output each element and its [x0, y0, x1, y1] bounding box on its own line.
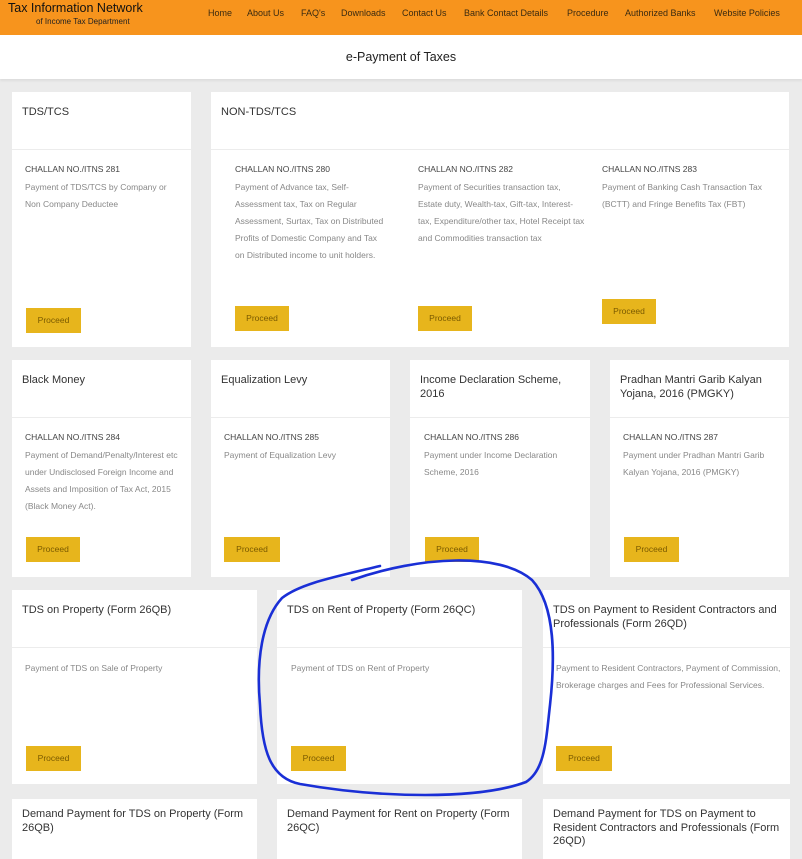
proceed-button-itns-287[interactable]: Proceed: [624, 537, 679, 562]
card-header: Pradhan Mantri Garib Kalyan Yojana, 2016…: [610, 360, 789, 418]
card-title: NON-TDS/TCS: [221, 106, 297, 118]
brand-subtitle: of Income Tax Department: [36, 17, 130, 26]
card-equalization-levy: Equalization Levy CHALLAN NO./ITNS 285 P…: [211, 360, 390, 577]
card-title: Demand Payment for Rent on Property (For…: [287, 808, 510, 834]
card-title: Demand Payment for TDS on Payment to Res…: [553, 808, 780, 847]
card-tds-on-rent-26qc: TDS on Rent of Property (Form 26QC) Paym…: [277, 590, 522, 784]
nav-bank-contact-details-link[interactable]: Bank Contact Details: [464, 8, 548, 18]
card-title: TDS/TCS: [22, 106, 70, 118]
card-header: TDS/TCS: [12, 92, 191, 150]
challan-number: CHALLAN NO./ITNS 287: [623, 432, 718, 442]
card-header: Equalization Levy: [211, 360, 390, 418]
nav-about-us-link[interactable]: About Us: [247, 8, 284, 18]
nav-contact-us-link[interactable]: Contact Us: [402, 8, 447, 18]
card-tds-contractors-26qd: TDS on Payment to Resident Contractors a…: [543, 590, 790, 784]
card-title: TDS on Payment to Resident Contractors a…: [553, 604, 777, 630]
proceed-button-itns-281[interactable]: Proceed: [26, 308, 81, 333]
challan-description: Payment under Income Declaration Scheme,…: [424, 450, 558, 477]
proceed-button-itns-285[interactable]: Proceed: [224, 537, 280, 562]
challan-number: CHALLAN NO./ITNS 284: [25, 432, 120, 442]
nav-faqs-link[interactable]: FAQ's: [301, 8, 325, 18]
challan-number: CHALLAN NO./ITNS 281: [25, 164, 120, 174]
nav-home-link[interactable]: Home: [208, 8, 232, 18]
challan-description: Payment of Advance tax, Self-Assessment …: [235, 182, 384, 260]
card-title: Demand Payment for TDS on Property (Form…: [22, 808, 244, 834]
page-title: e-Payment of Taxes: [345, 50, 457, 64]
proceed-button-itns-282[interactable]: Proceed: [418, 306, 472, 331]
challan-description: Payment of Securities transaction tax, E…: [418, 182, 585, 243]
card-title: Pradhan Mantri Garib Kalyan Yojana, 2016…: [620, 374, 762, 400]
challan-description: Payment of TDS/TCS by Company or Non Com…: [25, 182, 167, 209]
challan-description: Payment of Equalization Levy: [224, 450, 336, 460]
card-tds-tcs: TDS/TCS CHALLAN NO./ITNS 281 Payment of …: [12, 92, 191, 347]
top-navbar: Tax Information Network of Income Tax De…: [0, 0, 802, 35]
card-non-tds-tcs: NON-TDS/TCS CHALLAN NO./ITNS 280 Payment…: [211, 92, 789, 347]
card-header: Black Money: [12, 360, 191, 418]
proceed-button-itns-284[interactable]: Proceed: [26, 537, 80, 562]
challan-number: CHALLAN NO./ITNS 280: [235, 164, 330, 174]
card-tds-on-property-26qb: TDS on Property (Form 26QB) Payment of T…: [12, 590, 257, 784]
card-demand-26qb: Demand Payment for TDS on Property (Form…: [12, 799, 257, 859]
proceed-button-itns-280[interactable]: Proceed: [235, 306, 289, 331]
card-title: Black Money: [22, 374, 85, 386]
card-demand-26qd: Demand Payment for TDS on Payment to Res…: [543, 799, 790, 859]
brand-title[interactable]: Tax Information Network: [8, 1, 143, 15]
payment-description: Payment to Resident Contractors, Payment…: [556, 663, 781, 690]
proceed-button-26qc[interactable]: Proceed: [291, 746, 346, 771]
page-header: e-Payment of Taxes: [0, 35, 802, 79]
challan-number: CHALLAN NO./ITNS 283: [602, 164, 697, 174]
card-title: Equalization Levy: [221, 374, 308, 386]
challan-description: Payment of Banking Cash Transaction Tax …: [602, 182, 763, 209]
card-title: TDS on Rent of Property (Form 26QC): [287, 604, 476, 616]
card-income-declaration-scheme: Income Declaration Scheme, 2016 CHALLAN …: [410, 360, 590, 577]
proceed-button-26qd[interactable]: Proceed: [556, 746, 612, 771]
card-title: Income Declaration Scheme, 2016: [420, 374, 562, 400]
nav-procedure-link[interactable]: Procedure: [567, 8, 609, 18]
card-header: TDS on Rent of Property (Form 26QC): [277, 590, 522, 648]
card-header: NON-TDS/TCS: [211, 92, 789, 150]
card-header: TDS on Property (Form 26QB): [12, 590, 257, 648]
challan-description: Payment under Pradhan Mantri Garib Kalya…: [623, 450, 765, 477]
card-pmgky: Pradhan Mantri Garib Kalyan Yojana, 2016…: [610, 360, 789, 577]
payment-description: Payment of TDS on Rent of Property: [291, 663, 430, 673]
nav-authorized-banks-link[interactable]: Authorized Banks: [625, 8, 696, 18]
challan-number: CHALLAN NO./ITNS 282: [418, 164, 513, 174]
nav-website-policies-link[interactable]: Website Policies: [714, 8, 780, 18]
nav-downloads-link[interactable]: Downloads: [341, 8, 386, 18]
proceed-button-itns-283[interactable]: Proceed: [602, 299, 656, 324]
challan-number: CHALLAN NO./ITNS 285: [224, 432, 319, 442]
proceed-button-26qb[interactable]: Proceed: [26, 746, 81, 771]
card-title: TDS on Property (Form 26QB): [22, 604, 172, 616]
card-black-money: Black Money CHALLAN NO./ITNS 284 Payment…: [12, 360, 191, 577]
proceed-button-itns-286[interactable]: Proceed: [425, 537, 479, 562]
card-header: Income Declaration Scheme, 2016: [410, 360, 590, 418]
challan-number: CHALLAN NO./ITNS 286: [424, 432, 519, 442]
card-header: TDS on Payment to Resident Contractors a…: [543, 590, 790, 648]
challan-description: Payment of Demand/Penalty/Interest etc u…: [25, 450, 178, 511]
payment-description: Payment of TDS on Sale of Property: [25, 663, 163, 673]
card-demand-26qc: Demand Payment for Rent on Property (For…: [277, 799, 522, 859]
